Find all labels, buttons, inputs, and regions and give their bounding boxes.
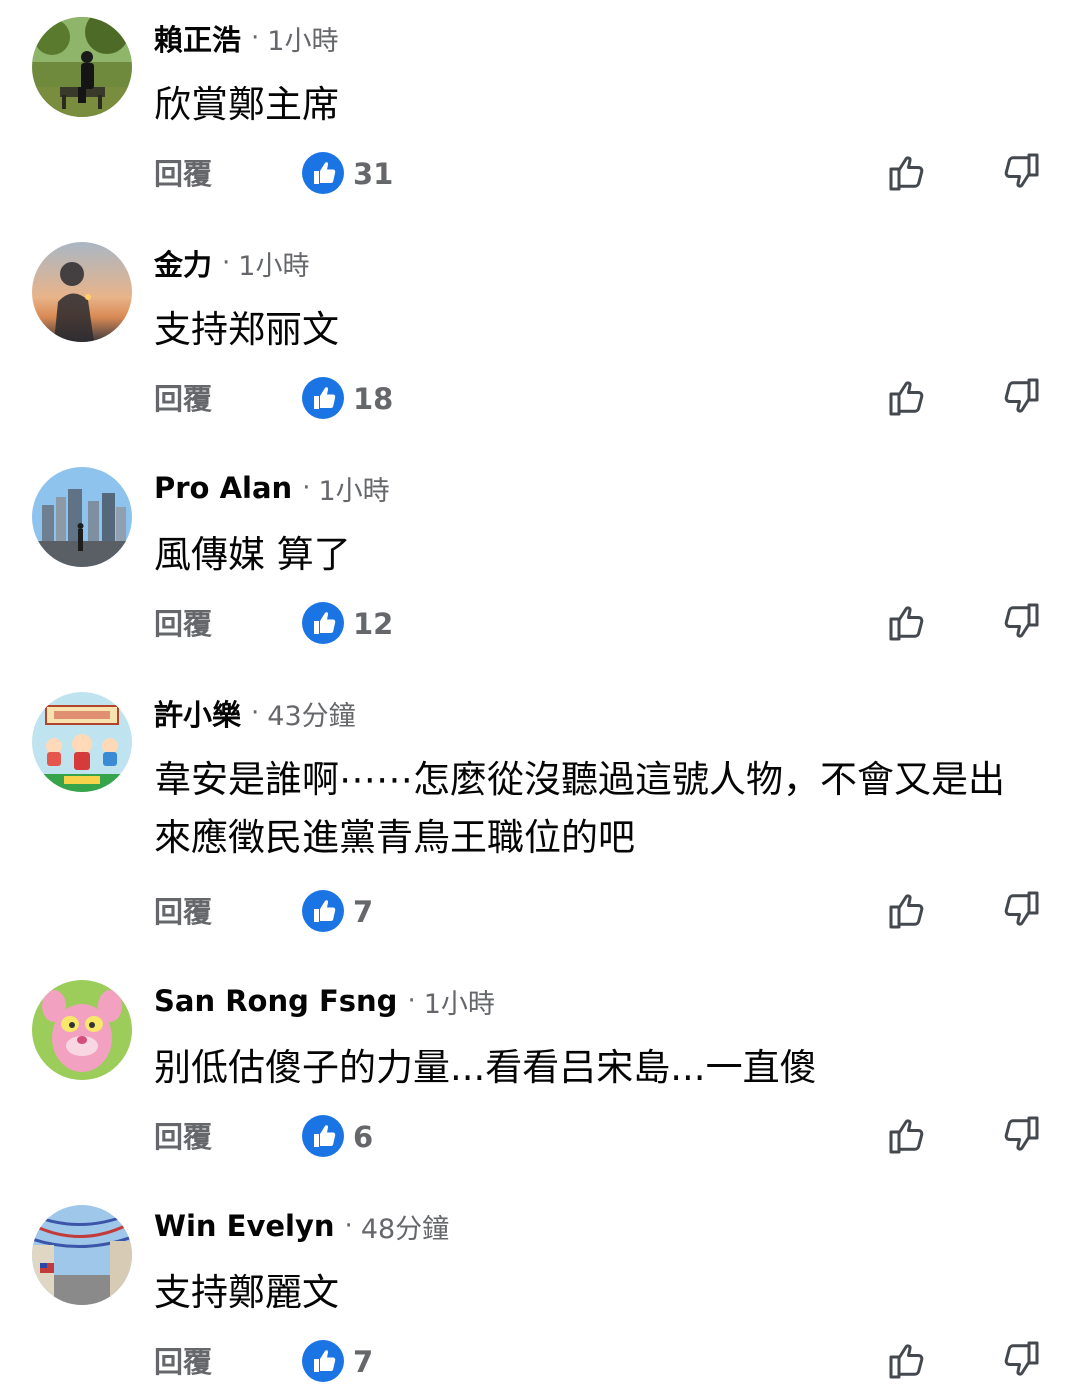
avatar[interactable] (32, 467, 132, 567)
timestamp[interactable]: 1小時 (424, 982, 495, 1021)
timestamp[interactable]: 1小時 (267, 19, 338, 58)
thumbs-down-icon[interactable] (998, 1338, 1042, 1382)
thumbs-down-icon[interactable] (998, 888, 1042, 932)
author-name[interactable]: 金力 (154, 242, 212, 284)
reply-button[interactable]: 回覆 (154, 379, 212, 419)
like-count[interactable]: 31 (353, 154, 393, 194)
comment-text: 支持鄭麗文 (154, 1271, 339, 1314)
avatar[interactable] (32, 242, 132, 342)
like-count[interactable]: 7 (353, 892, 373, 932)
author-name[interactable]: Pro Alan (154, 471, 292, 505)
timestamp[interactable]: 48分鐘 (361, 1207, 449, 1246)
like-count[interactable]: 12 (353, 604, 393, 644)
thumbs-down-icon[interactable] (998, 375, 1042, 419)
comment-meta: 賴正浩 · 1小時 (154, 18, 338, 58)
reply-button[interactable]: 回覆 (154, 892, 212, 932)
like-reaction-icon[interactable] (302, 377, 344, 419)
comment-actions: 回覆 6 (0, 1113, 1080, 1161)
like-reaction-icon[interactable] (302, 1115, 344, 1157)
author-name[interactable]: San Rong Fsng (154, 984, 397, 1018)
reply-button[interactable]: 回覆 (154, 604, 212, 644)
comment-text: 别低估傻子的力量...看看吕宋島...一直傻 (154, 1046, 817, 1089)
thumbs-up-icon[interactable] (886, 150, 930, 194)
comment-actions: 回覆 7 (0, 888, 1080, 936)
comment-actions: 回覆 7 (0, 1338, 1080, 1386)
like-reaction-icon[interactable] (302, 602, 344, 644)
like-reaction-icon[interactable] (302, 890, 344, 932)
thumbs-up-icon[interactable] (886, 1113, 930, 1157)
comment-actions: 回覆 31 (0, 150, 1080, 198)
thumbs-down-icon[interactable] (998, 150, 1042, 194)
reply-button[interactable]: 回覆 (154, 154, 212, 194)
like-reaction-icon[interactable] (302, 1340, 344, 1382)
like-count[interactable]: 18 (353, 379, 393, 419)
reply-button[interactable]: 回覆 (154, 1342, 212, 1382)
separator-dot: · (344, 1211, 353, 1241)
comment-text: 欣賞鄭主席 (154, 83, 339, 126)
thumbs-up-icon[interactable] (886, 1338, 930, 1382)
thumbs-up-icon[interactable] (886, 375, 930, 419)
like-count[interactable]: 7 (353, 1342, 373, 1382)
like-reaction-icon[interactable] (302, 152, 344, 194)
author-name[interactable]: Win Evelyn (154, 1209, 335, 1243)
avatar[interactable] (32, 17, 132, 117)
like-count[interactable]: 6 (353, 1117, 373, 1157)
separator-dot: · (222, 248, 231, 278)
separator-dot: · (302, 473, 311, 503)
author-name[interactable]: 許小樂 (154, 692, 241, 734)
comment-actions: 回覆 12 (0, 600, 1080, 648)
thumbs-up-icon[interactable] (886, 600, 930, 644)
thumbs-down-icon[interactable] (998, 1113, 1042, 1157)
comment-meta: 許小樂 · 43分鐘 (154, 693, 356, 733)
timestamp[interactable]: 43分鐘 (267, 694, 355, 733)
thumbs-up-icon[interactable] (886, 888, 930, 932)
timestamp[interactable]: 1小時 (318, 469, 389, 508)
comment-actions: 回覆 18 (0, 375, 1080, 423)
comment-text: 支持郑丽文 (154, 308, 339, 351)
separator-dot: · (251, 698, 260, 728)
comment-meta: Pro Alan · 1小時 (154, 468, 390, 508)
avatar[interactable] (32, 1205, 132, 1305)
comment-text: 風傳媒 算了 (154, 533, 351, 576)
timestamp[interactable]: 1小時 (238, 244, 309, 283)
separator-dot: · (251, 23, 260, 53)
thumbs-down-icon[interactable] (998, 600, 1042, 644)
avatar[interactable] (32, 692, 132, 792)
comment-meta: San Rong Fsng · 1小時 (154, 981, 495, 1021)
comment-meta: 金力 · 1小時 (154, 243, 309, 283)
avatar[interactable] (32, 980, 132, 1080)
comment-text: 韋安是誰啊⋯⋯怎麼從沒聽過這號人物，不會又是出來應徵民進黨青鳥王職位的吧 (154, 758, 1005, 859)
author-name[interactable]: 賴正浩 (154, 17, 241, 59)
separator-dot: · (407, 986, 416, 1016)
reply-button[interactable]: 回覆 (154, 1117, 212, 1157)
comment-meta: Win Evelyn · 48分鐘 (154, 1206, 449, 1246)
